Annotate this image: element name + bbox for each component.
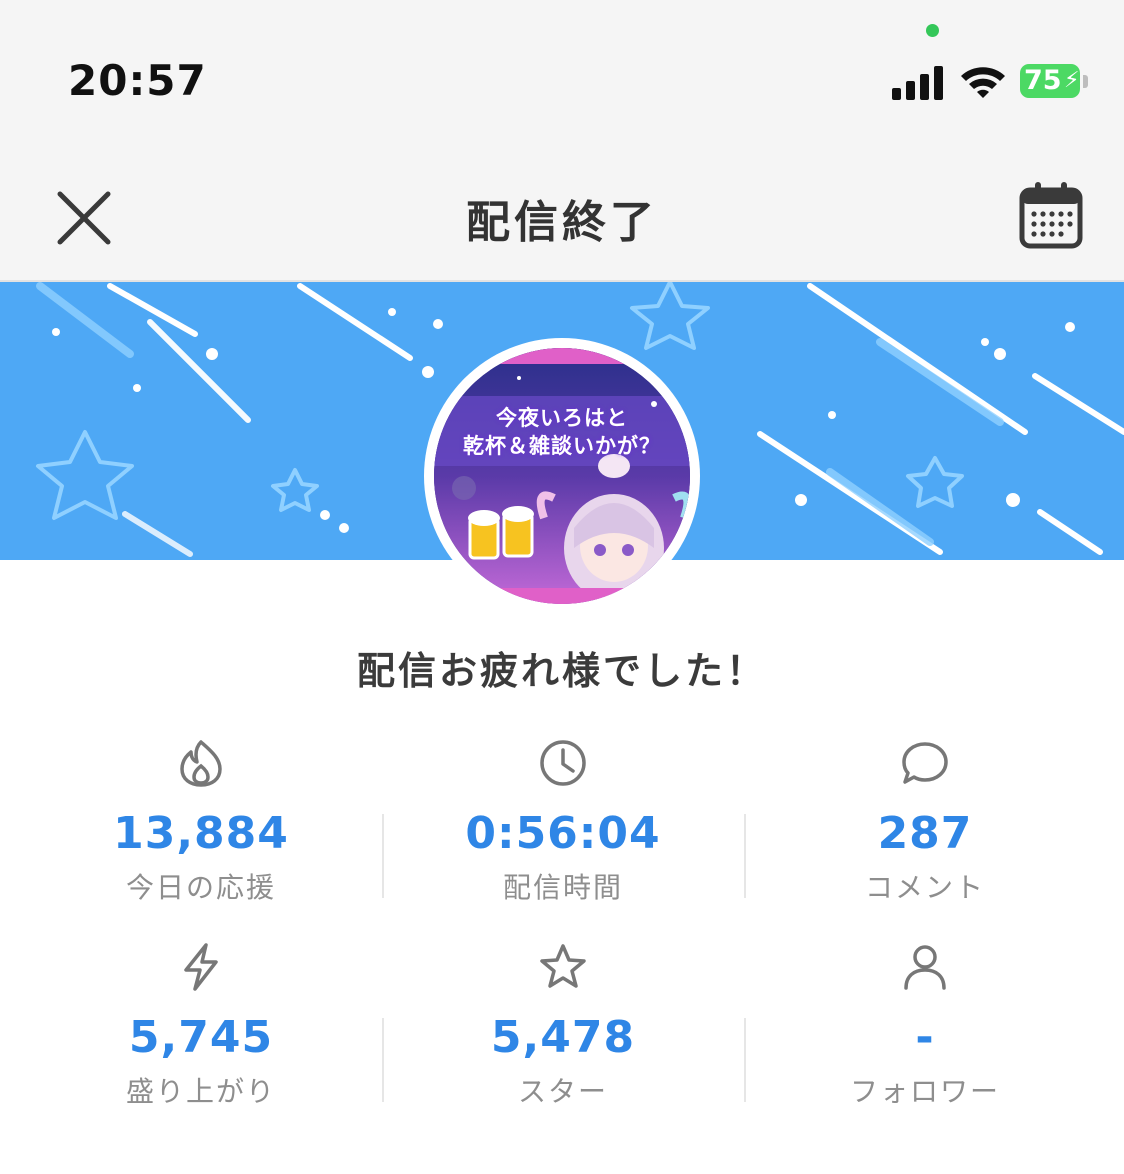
stat-value: 5,478 [490,1012,636,1063]
status-time: 20:57 [68,56,207,105]
charging-bolt-icon: ⚡ [1064,68,1080,93]
chat-bubble-icon [902,742,948,784]
stat-label: 今日の応援 [125,871,276,904]
cellular-signal-icon [892,66,943,100]
stream-thumbnail: 今夜いろはと 乾杯＆雑談いかが？ [424,338,700,614]
stat-comments: 287 コメント [744,738,1106,938]
stat-cheers: 13,884 今日の応援 [20,738,382,938]
flame-icon [180,740,222,787]
stat-label: コメント [864,871,985,904]
stat-label: 盛り上がり [125,1075,276,1108]
stat-value: 287 [877,808,973,859]
stat-label: 配信時間 [502,871,623,904]
stat-value: 5,745 [128,1012,274,1063]
privacy-indicator-dot [926,24,939,37]
stat-value: 0:56:04 [465,808,661,859]
thumbnail-image: 今夜いろはと 乾杯＆雑談いかが？ [434,348,690,604]
stat-label: フォロワー [849,1075,1000,1108]
stat-stars: 5,478 スター [382,942,744,1142]
status-bar: 20:57 75 ⚡ [0,0,1124,140]
stat-duration: 0:56:04 配信時間 [382,738,744,938]
stat-label: スター [517,1075,608,1108]
page-title: 配信終了 [466,197,658,248]
stat-excitement: 5,745 盛り上がり [20,942,382,1142]
clock-icon [540,740,586,786]
nav-bar: 配信終了 [0,140,1124,282]
thumbnail-title-line1: 今夜いろはと [496,406,628,430]
lightning-icon [184,943,218,991]
stat-followers: - フォロワー [744,942,1106,1142]
star-icon [540,944,586,988]
wifi-icon [961,67,1005,98]
person-icon [904,945,946,990]
stat-value: 13,884 [113,808,289,859]
thumbnail-title-line2: 乾杯＆雑談いかが？ [463,434,661,458]
battery-icon: 75 ⚡ [1020,64,1090,100]
calendar-icon[interactable] [1018,182,1084,250]
stat-value: - [915,1012,935,1063]
completion-message: 配信お疲れ様でした！ [356,649,767,693]
battery-percent: 75 [1024,65,1062,96]
thumbnail-art [434,348,690,604]
